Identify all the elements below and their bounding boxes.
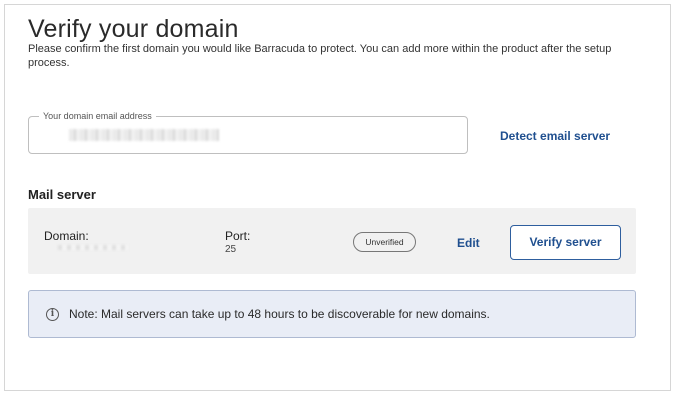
page-subtitle: Please confirm the first domain you woul…	[28, 43, 612, 69]
info-icon: i	[46, 308, 59, 321]
domain-email-label: Your domain email address	[39, 111, 156, 122]
port-value: 25	[225, 244, 237, 255]
domain-email-value-redacted	[69, 129, 219, 141]
setup-card: Verify your domain Please confirm the fi…	[4, 4, 671, 391]
note-text: Note: Mail servers can take up to 48 hou…	[69, 307, 490, 321]
page-title: Verify your domain	[28, 15, 239, 43]
detect-email-server-link[interactable]: Detect email server	[500, 129, 610, 143]
domain-label: Domain:	[44, 229, 89, 243]
mail-server-row: Domain: Port: 25 Unverified Edit Verify …	[28, 208, 636, 274]
note-box: i Note: Mail servers can take up to 48 h…	[28, 290, 636, 338]
edit-link[interactable]: Edit	[457, 236, 480, 250]
verify-server-button[interactable]: Verify server	[510, 225, 621, 260]
domain-email-field[interactable]: Your domain email address	[28, 111, 468, 154]
domain-value-redacted	[58, 245, 128, 250]
status-badge: Unverified	[353, 232, 416, 252]
mail-server-heading: Mail server	[28, 187, 96, 202]
port-label: Port:	[225, 229, 251, 243]
